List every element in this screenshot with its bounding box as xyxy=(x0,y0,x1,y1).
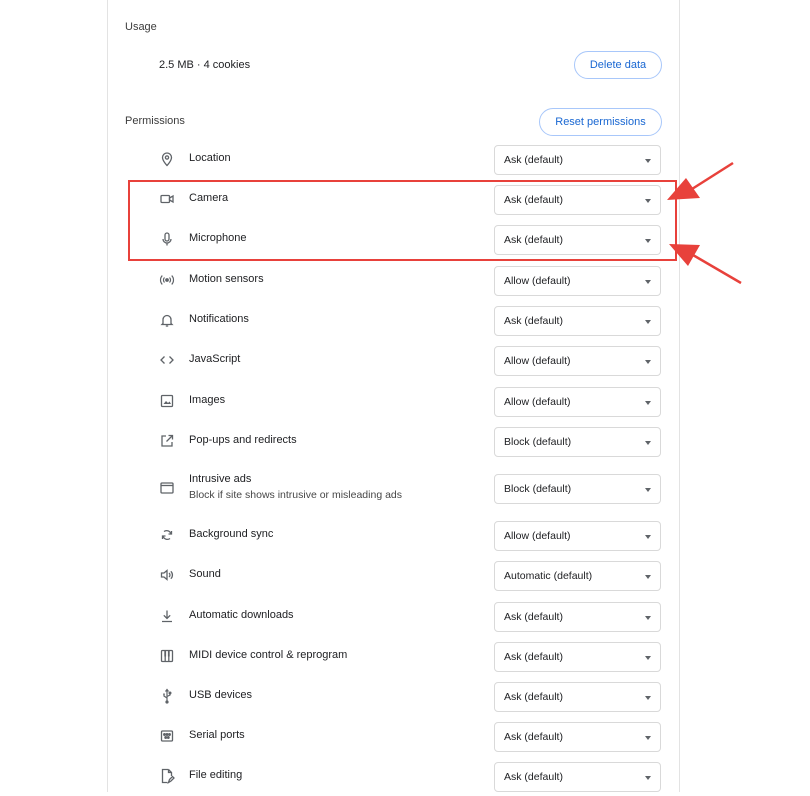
permission-label: Automatic downloads xyxy=(189,609,294,621)
permission-label: USB devices xyxy=(189,689,252,701)
permission-row-javascript: JavaScript Allow (default) xyxy=(125,340,665,380)
dropdown-caret-icon xyxy=(645,488,651,492)
permission-row-sound: Sound Automatic (default) xyxy=(125,555,665,595)
permission-label: Location xyxy=(189,152,231,164)
dropdown-caret-icon xyxy=(645,696,651,700)
sync-icon xyxy=(159,527,175,543)
dropdown-caret-icon xyxy=(645,575,651,579)
dropdown-caret-icon xyxy=(645,656,651,660)
permission-select-file-editing[interactable]: Ask (default) xyxy=(494,762,661,792)
usage-summary: 2.5 MB · 4 cookies xyxy=(159,59,251,71)
location-pin-icon xyxy=(159,151,175,167)
permission-select-automatic-downloads[interactable]: Ask (default) xyxy=(494,602,661,632)
reset-permissions-button[interactable]: Reset permissions xyxy=(539,108,662,136)
select-value: Ask (default) xyxy=(504,731,563,743)
permission-select-javascript[interactable]: Allow (default) xyxy=(494,346,661,376)
motion-sensors-icon xyxy=(159,272,175,288)
code-icon xyxy=(159,352,175,368)
permission-select-images[interactable]: Allow (default) xyxy=(494,387,661,417)
permission-label: Background sync xyxy=(189,528,274,540)
permission-select-motion-sensors[interactable]: Allow (default) xyxy=(494,266,661,296)
permission-label: Pop-ups and redirects xyxy=(189,434,297,446)
select-value: Ask (default) xyxy=(504,691,563,703)
select-value: Automatic (default) xyxy=(504,570,593,582)
permission-label: Images xyxy=(189,394,226,406)
dropdown-caret-icon xyxy=(645,360,651,364)
permissions-heading: Permissions xyxy=(125,115,185,127)
select-value: Ask (default) xyxy=(504,315,563,327)
permission-sublabel: Block if site shows intrusive or mislead… xyxy=(189,489,403,501)
select-value: Allow (default) xyxy=(504,275,571,287)
permission-label: Motion sensors xyxy=(189,273,264,285)
dropdown-caret-icon xyxy=(645,736,651,740)
permission-row-serial-ports: Serial ports Ask (default) xyxy=(125,716,665,756)
select-value: Allow (default) xyxy=(504,530,571,542)
permission-select-usb-devices[interactable]: Ask (default) xyxy=(494,682,661,712)
permission-select-notifications[interactable]: Ask (default) xyxy=(494,306,661,336)
usage-heading: Usage xyxy=(125,21,157,33)
permission-row-usb-devices: USB devices Ask (default) xyxy=(125,676,665,716)
permission-select-background-sync[interactable]: Allow (default) xyxy=(494,521,661,551)
permission-select-serial-ports[interactable]: Ask (default) xyxy=(494,722,661,752)
permission-label: JavaScript xyxy=(189,353,241,365)
select-value: Allow (default) xyxy=(504,355,571,367)
open-in-new-icon xyxy=(159,433,175,449)
permission-row-automatic-downloads: Automatic downloads Ask (default) xyxy=(125,596,665,636)
permission-select-midi[interactable]: Ask (default) xyxy=(494,642,661,672)
dropdown-caret-icon xyxy=(645,441,651,445)
dropdown-caret-icon xyxy=(645,280,651,284)
permission-select-sound[interactable]: Automatic (default) xyxy=(494,561,661,591)
bell-icon xyxy=(159,312,175,328)
permission-label: Intrusive ads xyxy=(189,473,252,485)
speaker-icon xyxy=(159,567,175,583)
select-value: Ask (default) xyxy=(504,771,563,783)
permission-row-images: Images Allow (default) xyxy=(125,381,665,421)
dropdown-caret-icon xyxy=(645,616,651,620)
download-icon xyxy=(159,608,175,624)
permission-label: Serial ports xyxy=(189,729,245,741)
select-value: Block (default) xyxy=(504,436,572,448)
permission-row-popups: Pop-ups and redirects Block (default) xyxy=(125,421,665,461)
dropdown-caret-icon xyxy=(645,320,651,324)
ads-icon xyxy=(159,480,175,496)
serial-port-icon xyxy=(159,728,175,744)
select-value: Ask (default) xyxy=(504,154,563,166)
dropdown-caret-icon xyxy=(645,776,651,780)
image-icon xyxy=(159,393,175,409)
camera-microphone-highlight-box xyxy=(128,180,677,261)
select-value: Block (default) xyxy=(504,483,572,495)
usb-icon xyxy=(159,688,175,704)
permission-select-popups[interactable]: Block (default) xyxy=(494,427,661,457)
permission-row-midi: MIDI device control & reprogram Ask (def… xyxy=(125,636,665,676)
permission-row-file-editing: File editing Ask (default) xyxy=(125,756,665,796)
select-value: Ask (default) xyxy=(504,611,563,623)
dropdown-caret-icon xyxy=(645,535,651,539)
permission-row-motion-sensors: Motion sensors Allow (default) xyxy=(125,260,665,300)
permission-row-background-sync: Background sync Allow (default) xyxy=(125,515,665,555)
permission-row-notifications: Notifications Ask (default) xyxy=(125,300,665,340)
permission-select-location[interactable]: Ask (default) xyxy=(494,145,661,175)
file-edit-icon xyxy=(159,768,175,784)
permission-label: File editing xyxy=(189,769,243,781)
dropdown-caret-icon xyxy=(645,159,651,163)
delete-data-button[interactable]: Delete data xyxy=(574,51,662,79)
permission-label: Sound xyxy=(189,568,221,580)
piano-icon xyxy=(159,648,175,664)
permission-row-intrusive-ads: Intrusive ads Block if site shows intrus… xyxy=(125,468,665,508)
permission-label: MIDI device control & reprogram xyxy=(189,649,348,661)
permission-row-location: Location Ask (default) xyxy=(125,139,665,179)
permission-label: Notifications xyxy=(189,313,249,325)
permission-select-intrusive-ads[interactable]: Block (default) xyxy=(494,474,661,504)
select-value: Ask (default) xyxy=(504,651,563,663)
select-value: Allow (default) xyxy=(504,396,571,408)
dropdown-caret-icon xyxy=(645,401,651,405)
